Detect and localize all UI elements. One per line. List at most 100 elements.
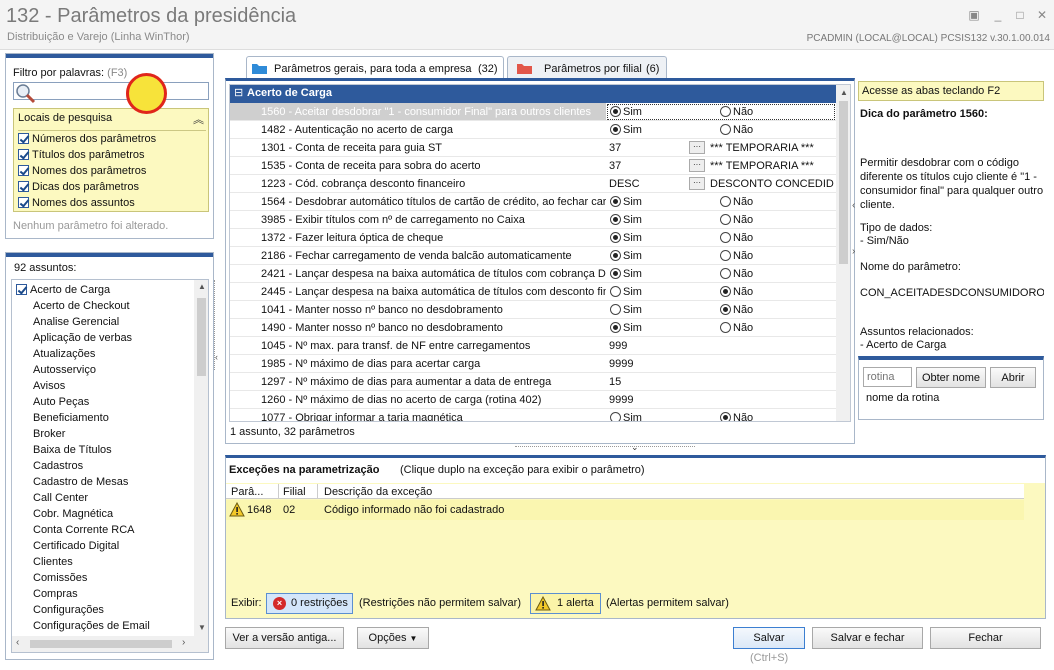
col-branch[interactable]: Filial	[283, 486, 306, 498]
radio-sim[interactable]: Sim	[610, 265, 642, 282]
radio-button[interactable]	[720, 196, 731, 207]
parameter-row[interactable]: 1297 - Nº máximo de dias para aumentar a…	[230, 373, 836, 391]
subjects-hscrollbar[interactable]: ‹ ›	[12, 636, 208, 652]
save-button[interactable]: Salvar	[733, 627, 805, 649]
checkbox[interactable]	[18, 181, 29, 192]
restrictions-button[interactable]: × 0 restrições	[266, 593, 353, 614]
radio-button[interactable]	[610, 250, 621, 261]
subject-item[interactable]: Conta Corrente RCA	[16, 522, 135, 538]
collapse-icon[interactable]: ︽	[193, 111, 204, 127]
radio-button[interactable]	[610, 412, 621, 421]
subject-item[interactable]: Atualizações	[16, 346, 95, 362]
horizontal-splitter[interactable]	[515, 446, 695, 447]
col-param[interactable]: Parâ...	[231, 486, 263, 498]
group-header[interactable]: ⊟ Acerto de Carga	[230, 85, 836, 103]
radio-nao[interactable]: Não	[720, 211, 753, 228]
parameter-row[interactable]: 3985 - Exibir títulos com nº de carregam…	[230, 211, 836, 229]
parameter-row[interactable]: 1223 - Cód. cobrança desconto financeiro…	[230, 175, 836, 193]
parameter-value[interactable]: Sim Não	[606, 265, 836, 282]
parameter-row[interactable]: 1985 - Nº máximo de dias para acertar ca…	[230, 355, 836, 373]
subject-checkbox[interactable]	[16, 284, 27, 295]
radio-nao[interactable]: Não	[720, 193, 753, 210]
subject-item[interactable]: Broker	[16, 426, 65, 442]
subject-item[interactable]: Cadastros	[16, 458, 83, 474]
lookup-ellipsis-button[interactable]: ···	[689, 177, 705, 190]
radio-button[interactable]	[610, 232, 621, 243]
expand-right-icon[interactable]: ›	[852, 246, 855, 257]
radio-button[interactable]	[720, 106, 731, 117]
radio-sim[interactable]: Sim	[610, 301, 642, 318]
radio-sim[interactable]: Sim	[610, 319, 642, 336]
radio-button[interactable]	[610, 124, 621, 135]
radio-button[interactable]	[720, 286, 731, 297]
parameter-value[interactable]: Sim Não	[606, 103, 836, 120]
parameter-row[interactable]: 1564 - Desdobrar automático títulos de c…	[230, 193, 836, 211]
subject-item[interactable]: Call Center	[16, 490, 88, 506]
subject-item[interactable]: Clientes	[16, 554, 73, 570]
alerts-button[interactable]: 1 alerta	[530, 593, 601, 614]
parameter-row[interactable]: 1482 - Autenticação no acerto de carga Si…	[230, 121, 836, 139]
subject-item[interactable]: Acerto de Carga	[16, 282, 110, 298]
subject-item[interactable]: Avisos	[16, 378, 65, 394]
radio-nao[interactable]: Não	[720, 319, 753, 336]
parameter-value[interactable]: Sim Não	[606, 211, 836, 228]
close-window-button[interactable]: ✕	[1034, 8, 1050, 22]
lookup-ellipsis-button[interactable]: ···	[689, 159, 705, 172]
subject-item[interactable]: Analise Gerencial	[16, 314, 119, 330]
radio-sim[interactable]: Sim	[610, 121, 642, 138]
routine-input[interactable]	[863, 367, 912, 387]
checkbox[interactable]	[18, 149, 29, 160]
radio-button[interactable]	[610, 196, 621, 207]
radio-sim[interactable]: Sim	[610, 211, 642, 228]
subject-item[interactable]: Compras	[16, 586, 78, 602]
parameter-value[interactable]: DESC ··· DESCONTO CONCEDIDO	[606, 175, 836, 192]
splitter-arrow-icon[interactable]: ‹	[215, 352, 218, 362]
radio-nao[interactable]: Não	[720, 247, 753, 264]
radio-nao[interactable]: Não	[720, 121, 753, 138]
tab-branch[interactable]: Parâmetros por filial (6)	[507, 56, 667, 78]
parameter-value[interactable]: 9999	[606, 355, 836, 372]
parameter-row[interactable]: 1560 - Aceitar desdobrar "1 - consumidor…	[230, 103, 836, 121]
subject-item[interactable]: Certificado Digital	[16, 538, 119, 554]
group-toggle-icon[interactable]: ⊟	[234, 85, 243, 102]
save-close-button[interactable]: Salvar e fechar	[812, 627, 923, 649]
radio-nao[interactable]: Não	[720, 409, 753, 421]
subject-item[interactable]: Aplicação de verbas	[16, 330, 132, 346]
radio-button[interactable]	[610, 304, 621, 315]
subject-item[interactable]: Configurações de Email	[16, 618, 150, 634]
parameter-value[interactable]: 15	[606, 373, 836, 390]
subjects-vscrollbar[interactable]: ▲ ▼	[194, 280, 208, 636]
collapse-right-icon[interactable]: ‹	[852, 200, 855, 211]
subject-item[interactable]: Configurações	[16, 602, 104, 618]
radio-sim[interactable]: Sim	[610, 103, 642, 120]
scroll-up-icon[interactable]: ▲	[840, 88, 848, 97]
get-name-button[interactable]: Obter nome	[916, 367, 986, 388]
parameter-value[interactable]: Sim Não	[606, 247, 836, 264]
exception-row[interactable]: 1648 02 Código informado não foi cadastr…	[226, 500, 1024, 520]
parameter-value[interactable]: Sim Não	[606, 193, 836, 210]
radio-button[interactable]	[610, 268, 621, 279]
radio-button[interactable]	[720, 232, 731, 243]
checkbox[interactable]	[18, 165, 29, 176]
open-button[interactable]: Abrir	[990, 367, 1036, 388]
parameter-value[interactable]: Sim Não	[606, 409, 836, 421]
parameter-value[interactable]: Sim Não	[606, 121, 836, 138]
parameter-value[interactable]: Sim Não	[606, 301, 836, 318]
parameter-value[interactable]: 37 ··· *** TEMPORARIA ***	[606, 157, 836, 174]
radio-nao[interactable]: Não	[720, 283, 753, 300]
parameter-row[interactable]: 2186 - Fechar carregamento de venda balc…	[230, 247, 836, 265]
lookup-ellipsis-button[interactable]: ···	[689, 141, 705, 154]
radio-button[interactable]	[720, 304, 731, 315]
parameter-row[interactable]: 1535 - Conta de receita para sobra do ac…	[230, 157, 836, 175]
radio-button[interactable]	[720, 214, 731, 225]
radio-button[interactable]	[720, 322, 731, 333]
search-location-option[interactable]: Dicas dos parâmetros	[18, 181, 139, 193]
tab-general[interactable]: Parâmetros gerais, para toda a empresa (…	[246, 56, 504, 79]
parameter-row[interactable]: 1260 - Nº máximo de dias no acerto de ca…	[230, 391, 836, 409]
subject-item[interactable]: Autosserviço	[16, 362, 96, 378]
old-version-button[interactable]: Ver a versão antiga...	[225, 627, 344, 649]
checkbox[interactable]	[18, 133, 29, 144]
filter-search-input[interactable]	[13, 82, 209, 100]
radio-button[interactable]	[610, 106, 621, 117]
parameter-row[interactable]: 2445 - Lançar despesa na baixa automátic…	[230, 283, 836, 301]
